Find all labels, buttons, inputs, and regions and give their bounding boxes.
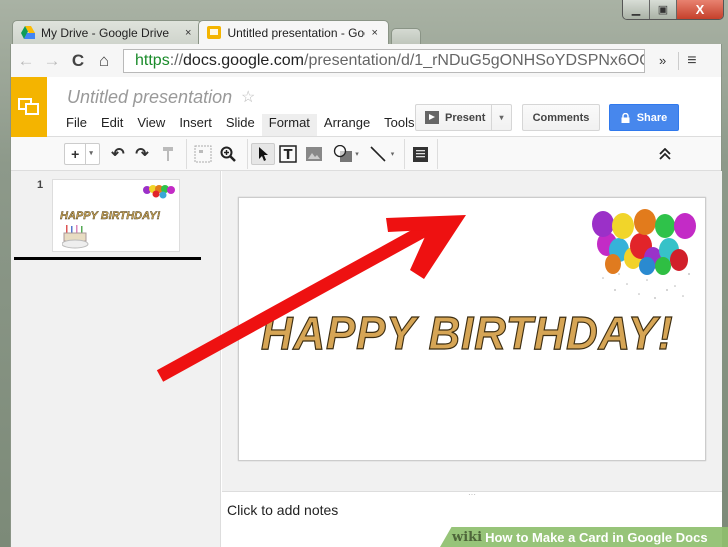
menu-edit[interactable]: Edit	[94, 114, 130, 136]
slides-app: Untitled presentation ☆ File Edit View I…	[10, 77, 722, 547]
lock-icon	[621, 112, 630, 123]
slide-thumbnail[interactable]: HAPPY BIRTHDAY!	[52, 179, 180, 252]
double-chevron-up-icon	[659, 148, 671, 160]
paint-format-button[interactable]	[159, 143, 177, 165]
slides-logo-icon	[18, 98, 39, 115]
watermark-title: How to Make a Card in Google Docs	[485, 529, 708, 545]
shape-dropdown[interactable]: ▾	[355, 150, 359, 158]
url-host: docs.google.com	[183, 51, 304, 69]
svg-text:T: T	[284, 148, 293, 163]
notes-resize-handle[interactable]: ···	[222, 491, 722, 499]
happy-birthday-text[interactable]: HAPPY BIRTHDAY!	[260, 306, 673, 360]
present-dropdown[interactable]: ▾	[491, 105, 511, 130]
menu-slide[interactable]: Slide	[219, 114, 262, 136]
browser-window: ▁ ▣ X My Drive - Google Drive × Untitled…	[0, 0, 728, 547]
select-tool-button[interactable]	[251, 143, 275, 165]
back-button[interactable]: ←	[15, 50, 37, 72]
toolbar-divider	[437, 139, 438, 169]
menu-insert[interactable]: Insert	[172, 114, 219, 136]
speaker-notes-icon	[412, 146, 428, 162]
textbox-button[interactable]: T	[279, 143, 297, 165]
line-button[interactable]: ▾	[366, 143, 398, 165]
slide-filmstrip: 1 HAPPY BIRTHDAY!	[11, 171, 221, 547]
plus-icon: +	[71, 146, 80, 162]
wiki-brand: wiki	[452, 529, 483, 545]
shape-button[interactable]: ▾	[329, 143, 363, 165]
comments-label: Comments	[532, 111, 590, 124]
redo-button[interactable]: ↷	[132, 143, 152, 165]
image-icon	[306, 147, 322, 161]
image-button[interactable]	[305, 143, 323, 165]
new-slide-button[interactable]: + ▾	[64, 143, 100, 165]
line-icon	[370, 146, 386, 162]
google-slides-icon	[207, 26, 222, 39]
forward-button[interactable]: →	[41, 50, 63, 72]
select-cursor-icon	[259, 147, 268, 161]
window-controls: ▁ ▣ X	[622, 0, 724, 20]
document-title[interactable]: Untitled presentation	[67, 87, 232, 108]
close-window-button[interactable]: X	[677, 0, 723, 19]
fit-icon	[194, 145, 212, 163]
app-header: Untitled presentation ☆ File Edit View I…	[11, 77, 721, 137]
url-scheme: https	[135, 51, 170, 69]
shape-icon	[334, 145, 353, 162]
google-drive-icon	[21, 26, 35, 39]
slide-insertion-line	[14, 257, 201, 260]
toolbar-divider	[186, 139, 187, 169]
menu-bar: File Edit View Insert Slide Format Arran…	[59, 114, 422, 136]
fit-button[interactable]	[194, 143, 212, 165]
balloons-image[interactable]	[589, 202, 701, 306]
zoom-button[interactable]	[219, 143, 237, 165]
reload-button[interactable]: C	[67, 50, 89, 72]
address-bar[interactable]: https://docs.google.com/presentation/d/1…	[123, 48, 645, 73]
minimize-button[interactable]: ▁	[623, 0, 650, 19]
collapse-toolbar-button[interactable]	[659, 143, 671, 165]
extensions-overflow-icon[interactable]: »	[659, 53, 666, 68]
url-path: /presentation/d/1_rNDuG5gONHSoYDSPNx6OO-…	[304, 51, 645, 69]
tab-title: My Drive - Google Drive	[41, 25, 170, 40]
tab-my-drive[interactable]: My Drive - Google Drive ×	[12, 20, 203, 44]
notes-placeholder[interactable]: Click to add notes	[227, 502, 338, 518]
url-separator: ://	[169, 51, 184, 69]
browser-menu-icon[interactable]: ≡	[678, 51, 697, 70]
home-button[interactable]: ⌂	[93, 50, 115, 72]
slides-logo[interactable]	[11, 77, 47, 137]
menu-view[interactable]: View	[130, 114, 172, 136]
menu-arrange[interactable]: Arrange	[317, 114, 377, 136]
toolbar-divider	[247, 139, 248, 169]
tab-close-icon[interactable]: ×	[185, 27, 191, 39]
wikihow-watermark: wiki How to Make a Card in Google Docs	[440, 527, 728, 547]
line-dropdown[interactable]: ▾	[391, 150, 395, 158]
present-label: Present	[445, 111, 486, 124]
paint-format-icon	[163, 147, 173, 161]
tab-title: Untitled presentation - Google Slides	[227, 25, 365, 40]
speaker-notes-button[interactable]	[411, 143, 429, 165]
balloons-thumbnail-image	[143, 185, 175, 199]
thumbnail-text: HAPPY BIRTHDAY!	[60, 210, 161, 222]
tab-close-icon[interactable]: ×	[371, 27, 377, 39]
zoom-icon	[220, 146, 236, 162]
new-tab-button[interactable]	[390, 28, 421, 44]
share-label: Share	[636, 111, 668, 124]
textbox-icon: T	[279, 145, 297, 163]
tab-untitled-presentation[interactable]: Untitled presentation - Google Slides ×	[198, 20, 389, 44]
present-button[interactable]: Present ▾	[415, 104, 512, 131]
new-slide-dropdown[interactable]: ▾	[85, 144, 93, 164]
star-document-icon[interactable]: ☆	[241, 87, 255, 107]
slide-canvas[interactable]: HAPPY BIRTHDAY!	[238, 197, 706, 461]
maximize-button[interactable]: ▣	[650, 0, 677, 19]
play-icon	[425, 111, 439, 124]
comments-button[interactable]: Comments	[522, 104, 600, 131]
toolbar-divider	[404, 139, 405, 169]
cake-thumbnail-image	[62, 225, 89, 249]
menu-file[interactable]: File	[59, 114, 94, 136]
tab-strip: My Drive - Google Drive × Untitled prese…	[12, 20, 421, 44]
edit-toolbar: + ▾ ↶ ↷ T ▾ ▾	[11, 137, 721, 171]
menu-format[interactable]: Format	[261, 114, 317, 136]
undo-button[interactable]: ↶	[108, 143, 128, 165]
browser-toolbar: ← → C ⌂ https://docs.google.com/presenta…	[10, 44, 722, 77]
share-button[interactable]: Share	[609, 104, 679, 131]
slide-number: 1	[37, 179, 44, 191]
slide-canvas-area: HAPPY BIRTHDAY!	[222, 171, 722, 491]
